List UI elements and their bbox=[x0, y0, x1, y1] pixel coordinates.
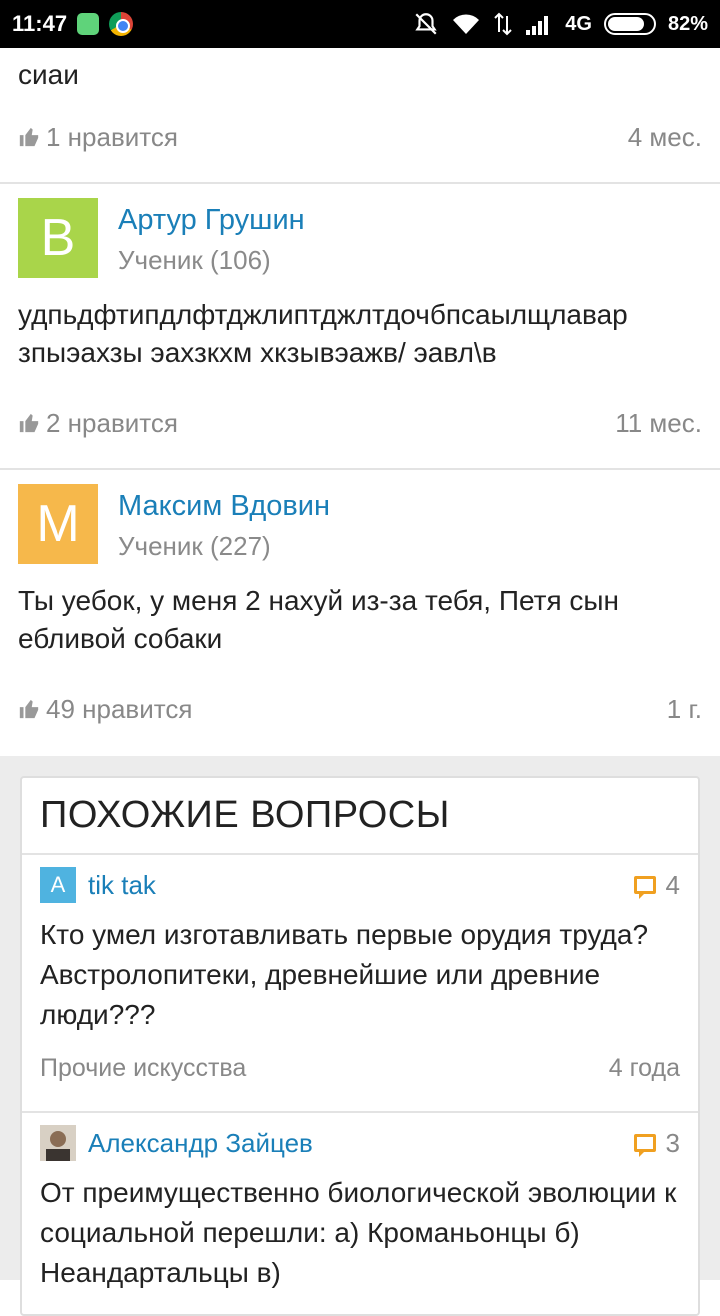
similar-questions-section: ПОХОЖИЕ ВОПРОСЫ A tik tak 4 Кто умел изг… bbox=[0, 756, 720, 1316]
like-button[interactable]: 1 нравится bbox=[18, 122, 178, 153]
similar-questions-card: ПОХОЖИЕ ВОПРОСЫ A tik tak 4 Кто умел изг… bbox=[20, 776, 700, 1316]
avatar[interactable]: A bbox=[40, 867, 76, 903]
avatar-letter: A bbox=[50, 872, 66, 897]
thumbs-up-icon bbox=[19, 413, 39, 433]
likes-count: 49 нравится bbox=[46, 693, 193, 724]
answer-card: B Артур Грушин Ученик (106) удпьдфтипдлф… bbox=[0, 184, 720, 470]
question-footer: Прочие искусства 4 года bbox=[40, 1035, 680, 1101]
answer-text-line: Ты уебок, у меня 2 нахуй из-за тебя, Пет… bbox=[18, 585, 619, 616]
network-type: 4G bbox=[565, 12, 592, 35]
answer-text-line: сиаи bbox=[18, 59, 79, 90]
author-name-link[interactable]: Максим Вдовин bbox=[118, 486, 330, 526]
battery-icon bbox=[603, 13, 656, 35]
like-button[interactable]: 49 нравится bbox=[18, 694, 192, 725]
answer-card: сиаи 1 нравится 4 мес. bbox=[0, 48, 720, 184]
avatar[interactable]: B bbox=[18, 198, 98, 278]
section-title: ПОХОЖИЕ ВОПРОСЫ bbox=[22, 778, 698, 855]
answer-author-row: B Артур Грушин Ученик (106) bbox=[18, 184, 702, 278]
wifi-icon bbox=[451, 12, 481, 36]
answer-text: сиаи bbox=[18, 48, 702, 94]
likes-count: 1 нравится bbox=[46, 121, 178, 152]
data-transfer-icon bbox=[493, 12, 513, 36]
answer-author-row: M Максим Вдовин Ученик (227) bbox=[18, 470, 702, 564]
chrome-notification-icon bbox=[109, 12, 134, 36]
answers-count: 3 bbox=[633, 1127, 680, 1159]
signal-icon bbox=[525, 12, 553, 36]
answer-meta: 49 нравится 1 г. bbox=[18, 686, 702, 732]
comment-bubble-icon bbox=[633, 1134, 656, 1157]
answer-text: удпьдфтипдлфтджлиптджлтдочбпсаылщлавар з… bbox=[18, 296, 702, 372]
question-time: 4 года bbox=[608, 1053, 680, 1082]
answers-count-value: 3 bbox=[665, 1127, 680, 1158]
thumbs-up-icon bbox=[19, 699, 39, 719]
answer-text-line: зпыэахзы эахзкхм хкзывэажв/ эавл\в bbox=[18, 337, 497, 368]
clock: 11:47 bbox=[12, 11, 68, 36]
author-rank: Ученик (227) bbox=[118, 531, 271, 561]
mute-notifications-icon bbox=[413, 11, 439, 37]
question-text[interactable]: Кто умел изготавливать первые орудия тру… bbox=[40, 915, 680, 1035]
avatar-letter: M bbox=[36, 495, 80, 553]
answer-text: Ты уебок, у меня 2 нахуй из-за тебя, Пет… bbox=[18, 582, 702, 658]
likes-count: 2 нравится bbox=[46, 407, 178, 438]
avatar-letter: B bbox=[40, 209, 76, 267]
answers-feed: сиаи 1 нравится 4 мес. B Артур Грушин Уч… bbox=[0, 48, 720, 1316]
similar-question-item[interactable]: A tik tak 4 Кто умел изготавливать первы… bbox=[22, 855, 698, 1113]
answer-time: 11 мес. bbox=[615, 407, 702, 438]
question-author-link[interactable]: tik tak bbox=[88, 870, 156, 901]
battery-level-fill bbox=[607, 17, 645, 31]
question-header: Александр Зайцев 3 bbox=[40, 1125, 680, 1161]
avatar[interactable]: M bbox=[18, 484, 98, 564]
user-photo-icon bbox=[40, 1125, 76, 1161]
answer-meta: 1 нравится 4 мес. bbox=[18, 114, 702, 160]
thumbs-up-icon bbox=[19, 127, 39, 147]
battery-percent: 82% bbox=[667, 12, 708, 35]
answer-text-line: удпьдфтипдлфтджлиптджлтдочбпсаылщлавар bbox=[18, 299, 628, 330]
question-header: A tik tak 4 bbox=[40, 867, 680, 903]
comment-bubble-icon bbox=[633, 876, 656, 899]
author-name-link[interactable]: Артур Грушин bbox=[118, 200, 305, 240]
similar-question-item[interactable]: Александр Зайцев 3 От преимущественно би… bbox=[22, 1113, 698, 1293]
answer-meta: 2 нравится 11 мес. bbox=[18, 400, 702, 446]
app-notification-icon bbox=[77, 13, 100, 35]
answer-time: 4 мес. bbox=[627, 121, 702, 152]
author-rank: Ученик (106) bbox=[118, 245, 271, 275]
question-author-link[interactable]: Александр Зайцев bbox=[88, 1128, 313, 1159]
answer-card: M Максим Вдовин Ученик (227) Ты уебок, у… bbox=[0, 470, 720, 756]
avatar[interactable] bbox=[40, 1125, 76, 1161]
question-category-link[interactable]: Прочие искусства bbox=[40, 1054, 246, 1083]
question-text[interactable]: От преимущественно биологической эволюци… bbox=[40, 1173, 680, 1293]
answer-text-line: ебливой собаки bbox=[18, 623, 223, 654]
answer-time: 1 г. bbox=[666, 693, 702, 724]
like-button[interactable]: 2 нравится bbox=[18, 408, 178, 439]
status-bar: 11:47 4G 82% bbox=[0, 0, 720, 48]
answers-count: 4 bbox=[633, 869, 680, 901]
answers-count-value: 4 bbox=[665, 869, 680, 900]
